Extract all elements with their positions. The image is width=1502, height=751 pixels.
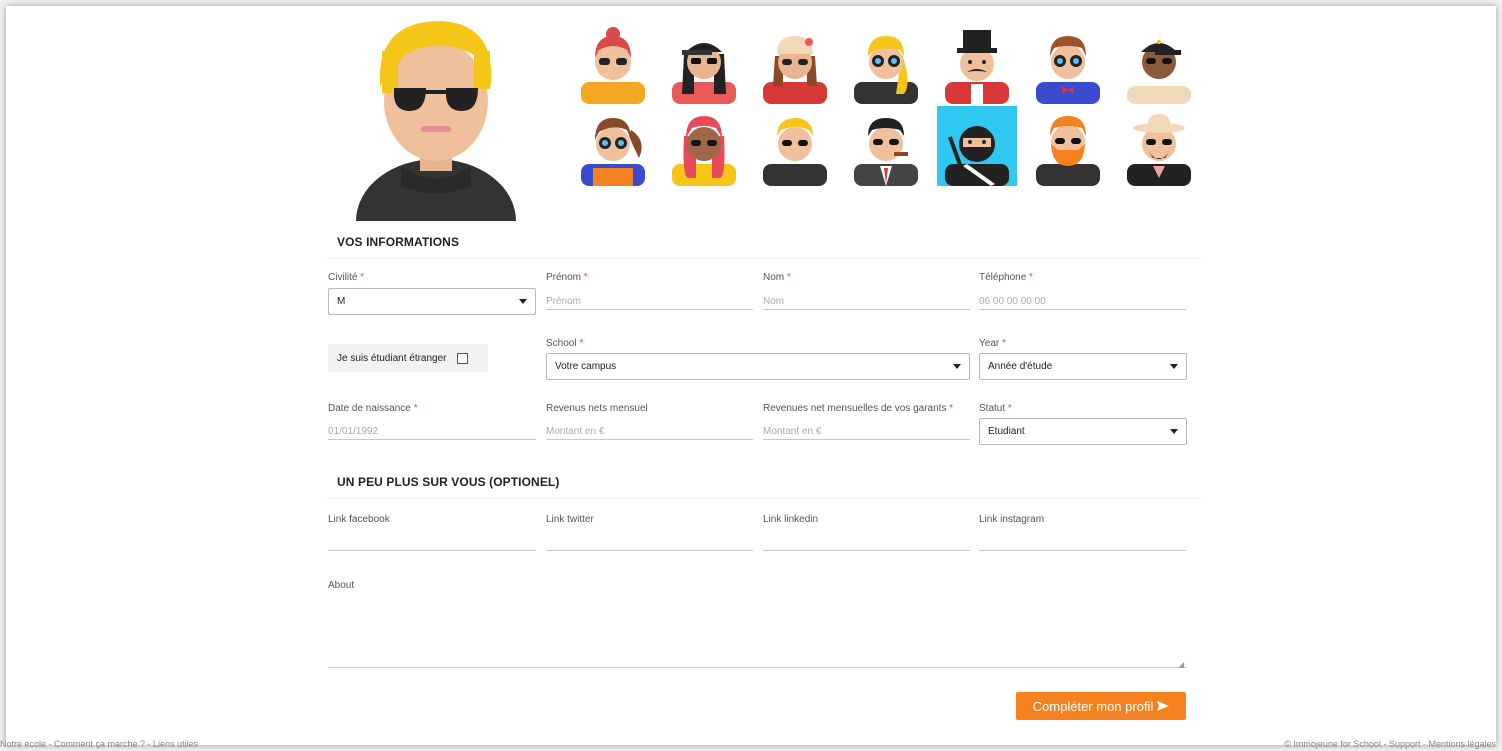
facebook-input[interactable] (328, 531, 536, 551)
telephone-label: Téléphone * (979, 272, 1033, 283)
chevron-down-icon (1170, 364, 1178, 369)
garants-input[interactable] (763, 420, 970, 440)
avatar-option-bowtie[interactable] (1028, 24, 1108, 104)
chevron-down-icon (1170, 429, 1178, 434)
linkedin-label: Link linkedin (763, 514, 819, 525)
year-select[interactable]: Année d'étude (979, 353, 1187, 380)
statut-value: Etudiant (988, 426, 1025, 437)
school-label: School * (546, 338, 584, 349)
avatar-option-cap-girl[interactable] (664, 24, 744, 104)
avatar-option-panama-hat[interactable] (1119, 106, 1199, 186)
chevron-down-icon (953, 364, 961, 369)
complete-profile-button[interactable]: Compléter mon profil (1016, 692, 1186, 720)
garants-label: Revenues net mensuelles de vos garants * (763, 403, 954, 414)
prenom-label: Prénom * (546, 272, 588, 283)
footer-right-links[interactable]: © Immojeune for School - Support - Menti… (1284, 739, 1496, 749)
profile-sheet: VOS INFORMATIONS Civilité * M Prénom * N… (6, 6, 1496, 745)
nom-label: Nom * (763, 272, 791, 283)
footer-left-links[interactable]: Notre école - Comment ça marche ? - Lien… (0, 739, 198, 749)
avatar-option-mafia[interactable] (846, 106, 926, 186)
prenom-input[interactable] (546, 290, 753, 310)
avatar-option-ninja[interactable] (937, 106, 1017, 186)
avatar-option-blonde-girl[interactable] (846, 24, 926, 104)
section-divider (327, 498, 1203, 499)
revenus-label: Revenus nets mensuel (546, 403, 648, 414)
send-arrow-icon (1157, 701, 1170, 711)
linkedin-input[interactable] (763, 531, 970, 551)
etudiant-etranger-toggle[interactable]: Je suis étudiant étranger (328, 344, 488, 372)
section-divider (327, 258, 1203, 259)
twitter-input[interactable] (546, 531, 753, 551)
avatar-option-top-hat[interactable] (937, 24, 1017, 104)
nom-input[interactable] (763, 290, 970, 310)
naissance-label: Date de naissance * (328, 403, 418, 414)
school-value: Votre campus (555, 361, 617, 372)
civilite-label: Civilité * (328, 272, 365, 283)
school-select[interactable]: Votre campus (546, 353, 970, 380)
statut-select[interactable]: Etudiant (979, 418, 1187, 445)
civilite-select[interactable]: M (328, 288, 536, 315)
twitter-label: Link twitter (546, 514, 594, 525)
telephone-input[interactable] (979, 290, 1186, 310)
resize-grip-icon[interactable]: ◢ (1178, 660, 1184, 669)
etudiant-etranger-label: Je suis étudiant étranger (337, 352, 447, 364)
year-value: Année d'étude (988, 361, 1053, 372)
avatar-option-pink-hair[interactable] (664, 106, 744, 186)
avatar-option-blond-guy[interactable] (755, 106, 835, 186)
naissance-input[interactable] (328, 420, 536, 440)
etudiant-etranger-checkbox[interactable] (456, 352, 468, 364)
current-avatar (356, 21, 516, 221)
instagram-input[interactable] (979, 531, 1186, 551)
avatar-option-red-hair[interactable] (573, 24, 653, 104)
section-title-optionel: UN PEU PLUS SUR VOUS (OPTIONEL) (337, 475, 560, 489)
about-textarea[interactable] (328, 596, 1186, 668)
instagram-label: Link instagram (979, 514, 1045, 525)
chevron-down-icon (519, 299, 527, 304)
revenus-input[interactable] (546, 420, 753, 440)
statut-label: Statut * (979, 403, 1012, 414)
civilite-value: M (337, 296, 346, 307)
avatar-option-flower-hat[interactable] (755, 24, 835, 104)
about-label: About (328, 580, 355, 591)
facebook-label: Link facebook (328, 514, 390, 525)
avatar-option-ponytail[interactable] (573, 106, 653, 186)
avatar-option-cap-woman[interactable] (1119, 24, 1199, 104)
complete-profile-label: Compléter mon profil (1032, 698, 1154, 714)
section-title-informations: VOS INFORMATIONS (337, 235, 460, 249)
avatar-option-ginger-beard[interactable] (1028, 106, 1108, 186)
year-label: Year * (979, 338, 1006, 349)
